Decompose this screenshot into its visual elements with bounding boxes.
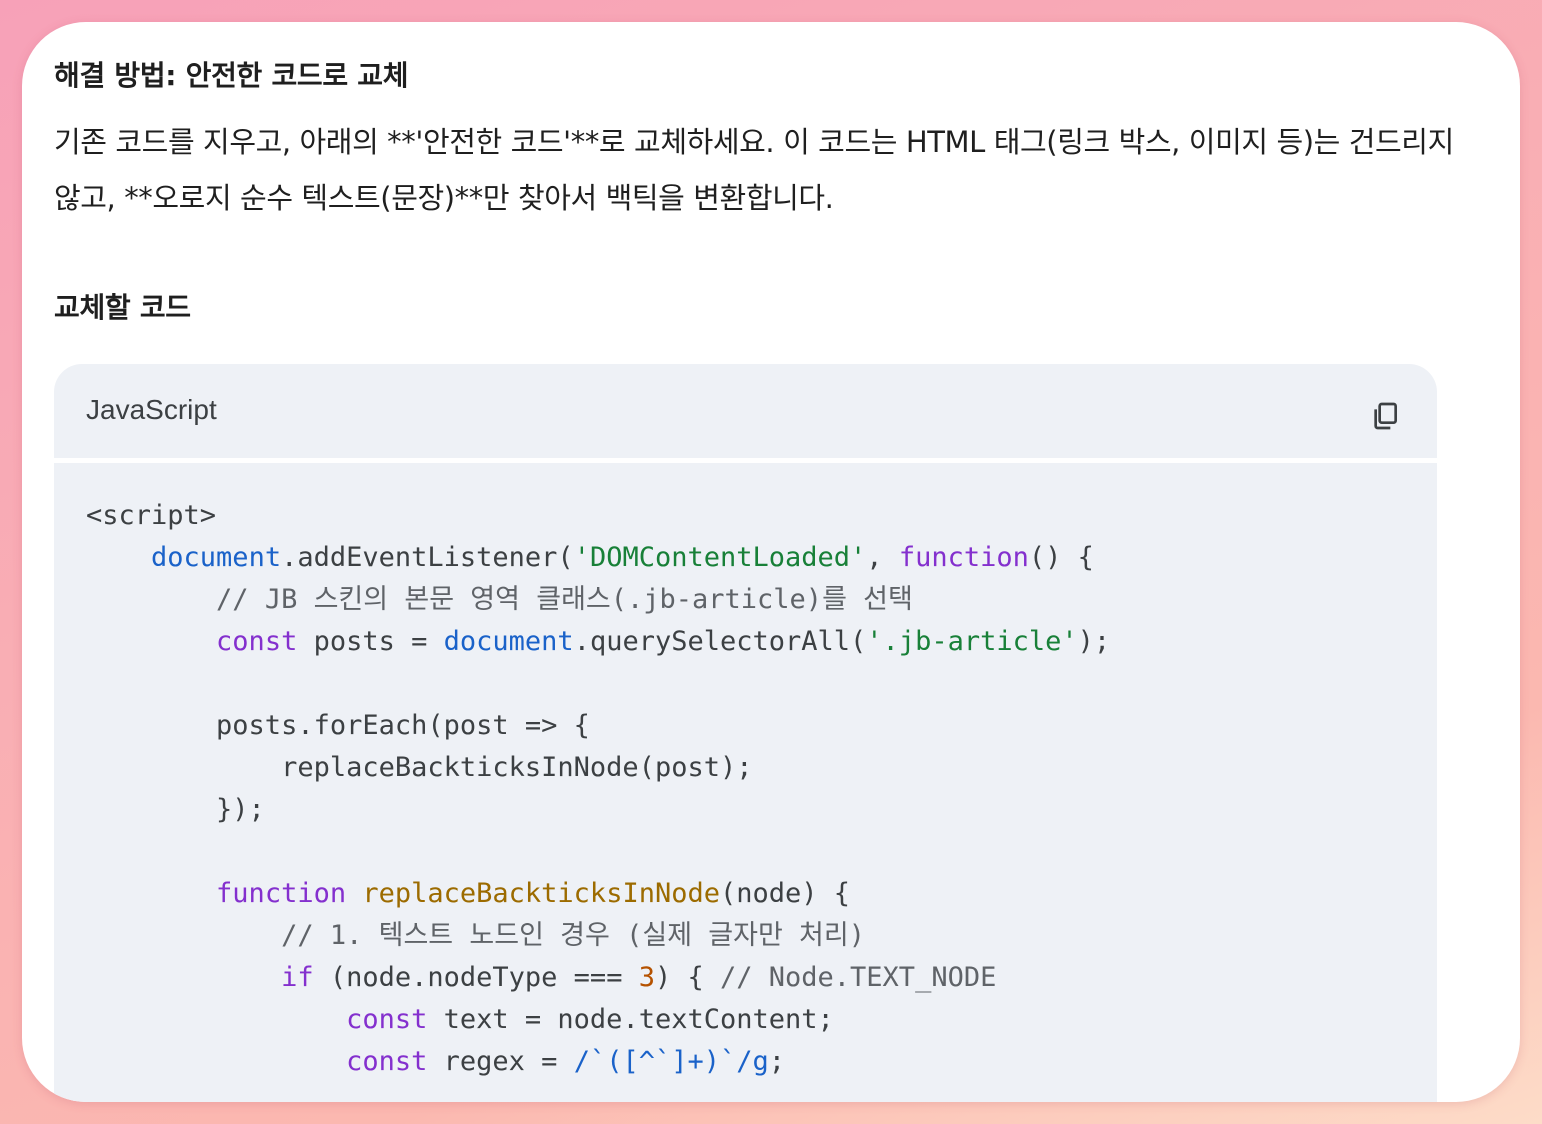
code-token: }); (86, 794, 265, 825)
code-token: text = node.textContent; (427, 1004, 834, 1035)
code-token: <script> (86, 500, 217, 531)
code-token: document (151, 542, 282, 573)
code-token: 3 (638, 962, 655, 993)
code-line: <script> (86, 500, 216, 531)
code-token: // 1. 텍스트 노드인 경우 (실제 글자만 처리) (281, 920, 865, 951)
code-token: replaceBackticksInNode(post); (86, 752, 753, 783)
code-token: () { (1028, 542, 1094, 573)
code-line: const posts = document.querySelectorAll(… (86, 626, 1110, 657)
code-token: .addEventListener( (281, 542, 574, 573)
code-line: }); (86, 794, 265, 825)
code-token: if (281, 962, 314, 993)
code-token: posts.forEach(post => { (86, 710, 590, 741)
code-token: const (346, 1004, 428, 1035)
code-block: JavaScript <script> document.addEventLis… (54, 364, 1437, 1102)
code-token: , (866, 542, 899, 573)
code-token: ; (768, 1046, 786, 1077)
code-line: if (node.nodeType === 3) { // Node.TEXT_… (86, 962, 996, 993)
code-token: (node) { (719, 878, 851, 909)
code-content[interactable]: <script> document.addEventListener('DOMC… (54, 463, 1437, 1102)
code-token: ) { (654, 962, 720, 993)
code-line: // 1. 텍스트 노드인 경우 (실제 글자만 처리) (86, 920, 865, 951)
code-token: const (346, 1046, 428, 1077)
code-token: posts = (297, 626, 444, 657)
code-block-header: JavaScript (54, 364, 1437, 458)
code-token: const (216, 626, 298, 657)
code-language-label: JavaScript (86, 394, 217, 425)
code-line: posts.forEach(post => { (86, 710, 590, 741)
code-token: // Node.TEXT_NODE (720, 962, 997, 993)
code-token: 'DOMContentLoaded' (573, 542, 867, 573)
code-line: replaceBackticksInNode(post); (86, 752, 752, 783)
code-line: const regex = /`([^`]+)`/g; (86, 1046, 785, 1077)
copy-icon (1374, 402, 1397, 430)
code-line: function replaceBackticksInNode(node) { (86, 878, 850, 909)
copy-code-button[interactable] (1369, 400, 1401, 432)
code-token: '.jb-article' (866, 626, 1078, 657)
explanation-paragraph: 기존 코드를 지우고, 아래의 **'안전한 코드'**로 교체하세요. 이 코… (54, 125, 1454, 215)
code-token: ); (1077, 626, 1111, 657)
code-text: <script> document.addEventListener('DOMC… (86, 495, 1110, 1083)
code-token: /`([^`]+)`/g (573, 1046, 769, 1077)
section-heading: 해결 방법: 안전한 코드로 교체 (54, 59, 409, 92)
code-section-heading: 교체할 코드 (54, 291, 191, 324)
code-line: document.addEventListener('DOMContentLoa… (86, 542, 1094, 573)
code-token: regex = (427, 1046, 574, 1077)
chat-response-card: 해결 방법: 안전한 코드로 교체 기존 코드를 지우고, 아래의 **'안전한… (22, 22, 1520, 1102)
code-token: replaceBackticksInNode (362, 878, 720, 909)
code-token: (node.nodeType === (313, 962, 639, 993)
code-token: .querySelectorAll( (573, 626, 867, 657)
code-token: // JB 스킨의 본문 영역 클래스(.jb-article)를 선택 (216, 584, 913, 615)
code-token: document (443, 626, 574, 657)
code-line: const text = node.textContent; (86, 1004, 834, 1035)
code-token: function (216, 878, 347, 909)
code-token: function (898, 542, 1029, 573)
code-line: // JB 스킨의 본문 영역 클래스(.jb-article)를 선택 (86, 584, 913, 615)
